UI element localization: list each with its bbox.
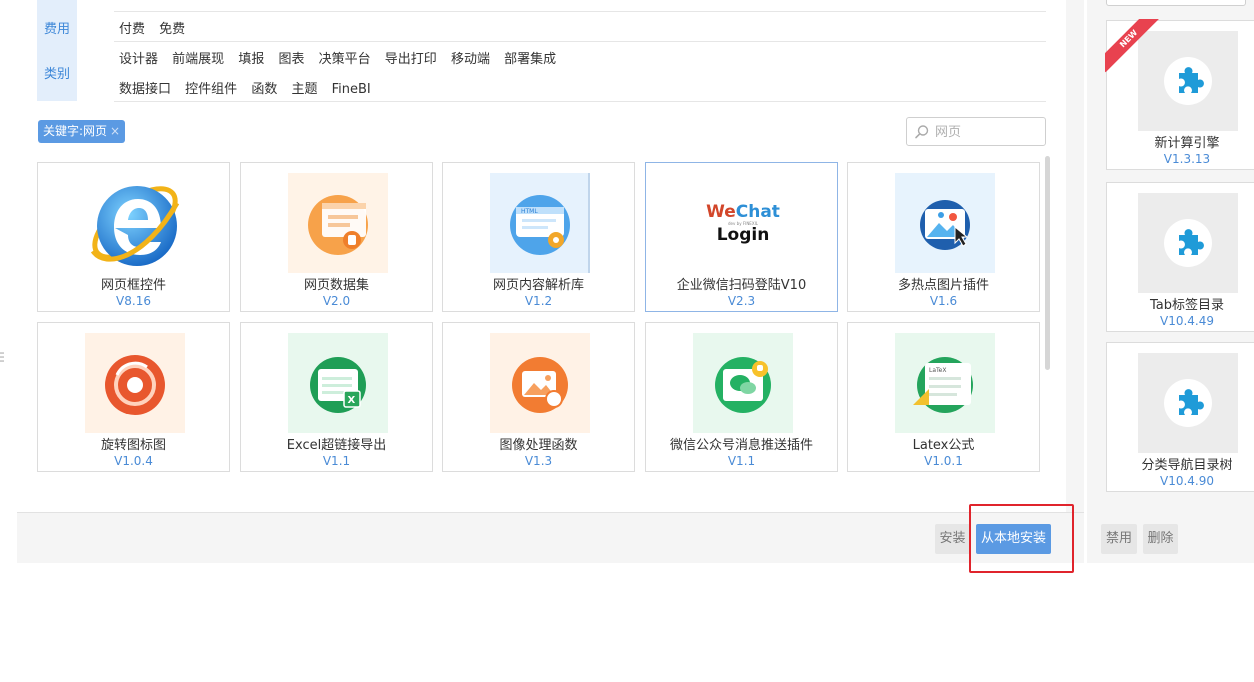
web-dataset-icon	[288, 173, 388, 273]
filter-option-frontend[interactable]: 前端展现	[172, 52, 224, 67]
svg-text:HTML: HTML	[521, 208, 538, 215]
installed-search-partial	[1106, 0, 1246, 6]
filter-option-data-interface[interactable]: 数据接口	[119, 82, 171, 97]
wechat-login-icon: WeChat dev by FINEXIL Login	[693, 173, 793, 273]
plugin-card-web-frame[interactable]: 网页框控件 V8.16	[37, 162, 230, 312]
plugin-name: 旋转图标图	[100, 438, 166, 453]
plugin-version: V2.3	[727, 294, 756, 308]
svg-text:X: X	[348, 395, 356, 406]
wechat-logo-login: Login	[716, 225, 770, 245]
installed-name: 分类导航目录树	[1141, 458, 1233, 473]
filter-option-free[interactable]: 免费	[159, 22, 185, 37]
close-icon[interactable]: ×	[110, 124, 120, 138]
plugin-card-image-process[interactable]: 图像处理函数 V1.3	[442, 322, 635, 472]
filter-divider	[114, 11, 1046, 12]
search-input[interactable]	[935, 122, 1040, 142]
installed-card-calc-engine[interactable]: NEW 新计算引擎 V1.3.13	[1105, 19, 1254, 170]
filter-label-fee: 费用	[43, 22, 70, 37]
filter-category-options-2: 数据接口 控件组件 函数 主题 FineBI	[119, 78, 381, 97]
installed-name: 新计算引擎	[1154, 136, 1220, 151]
plugin-grid-scrollbar[interactable]	[1045, 156, 1050, 370]
filter-option-fill[interactable]: 填报	[238, 52, 264, 67]
search-icon	[915, 125, 929, 139]
image-process-icon	[490, 333, 590, 433]
plugin-name: Excel超链接导出	[286, 438, 387, 453]
filter-option-export[interactable]: 导出打印	[385, 52, 437, 67]
install-button[interactable]: 安装	[935, 524, 970, 554]
plugin-version: V1.1	[322, 454, 351, 468]
plugin-version: V1.0.1	[924, 454, 963, 468]
plugin-card-wechat-login[interactable]: WeChat dev by FINEXIL Login 企业微信扫码登陆V10 …	[645, 162, 838, 312]
plugin-version: V1.0.4	[114, 454, 153, 468]
plugin-version: V1.1	[727, 454, 756, 468]
plugin-version: V1.3	[524, 454, 553, 468]
disable-button[interactable]: 禁用	[1101, 524, 1137, 554]
plugin-name: 企业微信扫码登陆V10	[676, 278, 807, 293]
drag-handle-icon[interactable]	[0, 352, 4, 364]
delete-button[interactable]: 删除	[1143, 524, 1178, 554]
excel-link-icon: X	[288, 333, 388, 433]
keyword-tag: 关键字:网页 ×	[38, 120, 126, 143]
filter-label-category: 类别	[43, 67, 70, 82]
installed-version: V1.3.13	[1163, 152, 1211, 166]
svg-text:LaTeX: LaTeX	[929, 367, 946, 374]
filter-option-deploy[interactable]: 部署集成	[504, 52, 556, 67]
new-badge: NEW	[1105, 19, 1159, 73]
filter-option-widget[interactable]: 控件组件	[185, 82, 237, 97]
plugin-version: V2.0	[322, 294, 351, 308]
filter-option-mobile[interactable]: 移动端	[451, 52, 490, 67]
plugin-card-hotspot-image[interactable]: 多热点图片插件 V1.6	[847, 162, 1040, 312]
plugin-name: 图像处理函数	[499, 438, 578, 453]
filter-divider	[114, 41, 1046, 42]
plugin-name: Latex公式	[912, 438, 975, 453]
installed-name: Tab标签目录	[1149, 298, 1224, 313]
wechat-logo-chat: Chat	[735, 202, 780, 222]
plugin-card-wechat-push[interactable]: 微信公众号消息推送插件 V1.1	[645, 322, 838, 472]
plugin-version: V8.16	[116, 294, 151, 308]
filter-option-designer[interactable]: 设计器	[119, 52, 158, 67]
plugin-card-latex[interactable]: LaTeX Latex公式 V1.0.1	[847, 322, 1040, 472]
filter-divider	[114, 101, 1046, 102]
plugin-card-rotate-chart[interactable]: 旋转图标图 V1.0.4	[37, 322, 230, 472]
keyword-tag-label: 关键字:网页	[43, 124, 108, 138]
plugin-card-excel-link[interactable]: X Excel超链接导出 V1.1	[240, 322, 433, 472]
filter-option-function[interactable]: 函数	[251, 82, 277, 97]
highlight-annotation	[969, 504, 1074, 573]
plugin-version: V1.2	[524, 294, 553, 308]
filter-option-finebi[interactable]: FineBI	[332, 82, 371, 97]
filter-label-column	[37, 0, 77, 101]
plugin-version: V1.6	[929, 294, 958, 308]
plugin-name: 网页内容解析库	[492, 278, 584, 293]
plugin-name: 多热点图片插件	[897, 278, 989, 293]
footer-divider	[17, 512, 1084, 513]
plugin-card-web-dataset[interactable]: 网页数据集 V2.0	[240, 162, 433, 312]
puzzle-piece-icon	[1138, 193, 1238, 293]
ie-browser-icon	[90, 186, 180, 266]
filter-option-decision[interactable]: 决策平台	[319, 52, 371, 67]
filter-category-options: 设计器 前端展现 填报 图表 决策平台 导出打印 移动端 部署集成	[119, 48, 566, 67]
wechat-logo-we: We	[706, 202, 736, 222]
plugin-name: 网页框控件	[100, 278, 166, 293]
installed-card-nav-tree[interactable]: 分类导航目录树 V10.4.90	[1106, 342, 1254, 492]
search-box	[906, 117, 1046, 146]
latex-icon: LaTeX	[895, 333, 995, 433]
filter-option-paid[interactable]: 付费	[119, 22, 145, 37]
installed-version: V10.4.90	[1159, 474, 1214, 488]
plugin-name: 微信公众号消息推送插件	[669, 438, 813, 453]
filter-fee-options: 付费 免费	[119, 18, 195, 37]
installed-card-tab-catalog[interactable]: Tab标签目录 V10.4.49	[1106, 182, 1254, 332]
installed-version: V10.4.49	[1159, 314, 1214, 328]
filter-option-chart[interactable]: 图表	[278, 52, 304, 67]
plugin-card-html-parser[interactable]: HTML 网页内容解析库 V1.2	[442, 162, 635, 312]
html-parser-icon: HTML	[490, 173, 590, 273]
puzzle-piece-icon	[1138, 353, 1238, 453]
rotate-chart-icon	[85, 333, 185, 433]
filter-option-theme[interactable]: 主题	[291, 82, 317, 97]
plugin-name: 网页数据集	[303, 278, 369, 293]
filter-label-partial	[37, 0, 77, 6]
wechat-push-icon	[693, 333, 793, 433]
hotspot-image-icon	[895, 173, 995, 273]
